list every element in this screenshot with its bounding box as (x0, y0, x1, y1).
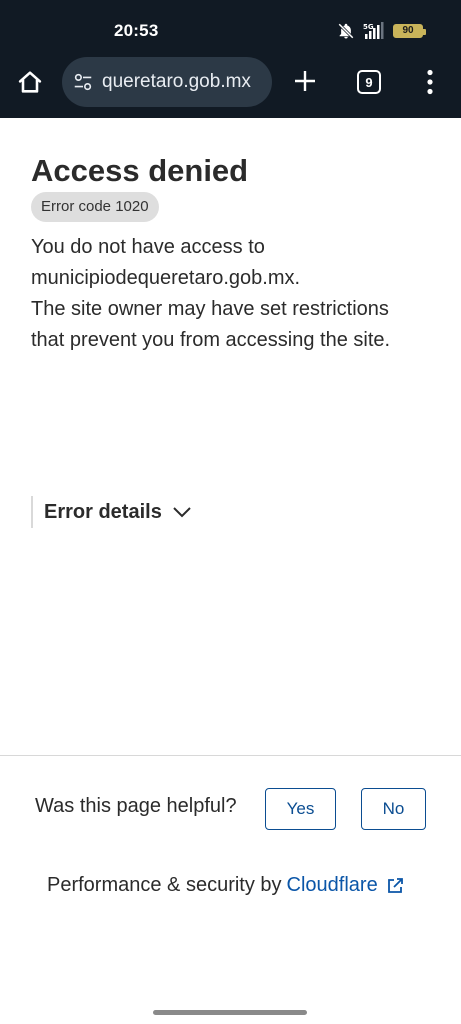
network-label: 5G (363, 23, 374, 31)
home-button[interactable] (14, 66, 46, 98)
home-indicator[interactable] (153, 1010, 307, 1015)
external-link-icon (387, 877, 403, 893)
error-code-badge: Error code 1020 (31, 192, 159, 222)
error-details-label: Error details (44, 500, 162, 523)
feedback-no-button[interactable]: No (361, 788, 426, 830)
browser-screen: 20:53 5G 90 queretaro.gob.mx 9 Access de… (0, 0, 461, 1024)
message-line: municipiodequeretaro.gob.mx. (31, 267, 301, 289)
address-bar[interactable]: queretaro.gob.mx (62, 57, 272, 107)
error-details-toggle[interactable]: Error details (31, 496, 192, 528)
bell-off-icon (338, 23, 354, 39)
tab-count: 9 (365, 74, 373, 90)
access-denied-message: You do not have access to municipiodeque… (31, 232, 441, 356)
feedback-question: Was this page helpful? (35, 795, 237, 817)
cloudflare-link-text: Cloudflare (286, 874, 378, 896)
status-time: 20:53 (114, 21, 159, 40)
footer-divider (0, 755, 461, 756)
new-tab-button[interactable] (290, 66, 320, 96)
tab-switcher-icon[interactable]: 9 (357, 70, 381, 94)
tune-icon[interactable] (72, 71, 94, 93)
page-title: Access denied (31, 153, 249, 188)
message-line: You do not have access to (31, 236, 265, 258)
status-icons: 5G 90 (337, 20, 426, 42)
battery-level: 90 (402, 25, 414, 36)
url-text[interactable]: queretaro.gob.mx (102, 71, 272, 93)
menu-dots-icon (427, 69, 433, 95)
battery-icon: 90 (393, 24, 426, 38)
feedback-yes-button[interactable]: Yes (265, 788, 336, 830)
message-line: The site owner may have set restrictions (31, 298, 389, 320)
footer-text: Performance & security by (47, 874, 282, 896)
footer: Performance & security by Cloudflare (47, 874, 404, 897)
home-icon (18, 71, 42, 93)
plus-icon (295, 71, 315, 91)
cloudflare-link[interactable]: Cloudflare (287, 874, 404, 897)
more-vert-icon[interactable] (418, 68, 442, 96)
signal-5g-icon: 5G (363, 22, 384, 39)
browser-top-bar: 20:53 5G 90 queretaro.gob.mx 9 (0, 0, 461, 118)
chevron-down-icon (173, 507, 191, 518)
message-line: that prevent you from accessing the site… (31, 329, 391, 351)
